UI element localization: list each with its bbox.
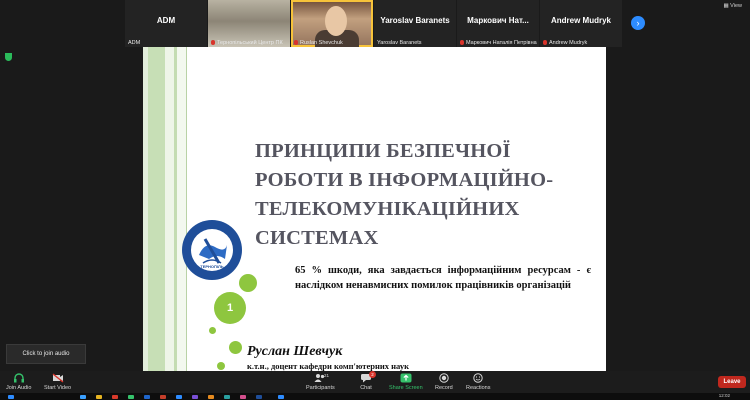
join-audio-label: Join Audio bbox=[6, 385, 32, 391]
share-screen-icon bbox=[400, 373, 412, 383]
record-label: Record bbox=[435, 385, 453, 391]
encryption-shield-icon[interactable] bbox=[5, 53, 12, 61]
taskbar-app-icon[interactable] bbox=[208, 395, 214, 399]
participant-tile-video[interactable]: Тернопільський Центр ПК bbox=[208, 0, 290, 47]
taskbar-app-icon[interactable] bbox=[144, 395, 150, 399]
share-screen-label: Share Screen bbox=[389, 385, 423, 391]
chat-label: Chat bbox=[360, 385, 372, 391]
participant-strip: ADM ADM Тернопільський Центр ПК Ruslan S… bbox=[0, 0, 750, 47]
slide-decor-band bbox=[165, 47, 174, 371]
participants-button[interactable]: Participants bbox=[306, 373, 335, 391]
participant-label: Тернопільський Центр ПК bbox=[211, 40, 283, 46]
participant-name: Yaroslav Baranets bbox=[380, 16, 450, 25]
svg-text:ТЕРНОПІЛЬ: ТЕРНОПІЛЬ bbox=[200, 264, 224, 269]
slide-author: Руслан Шевчук bbox=[247, 344, 343, 359]
taskbar-app-icon[interactable] bbox=[80, 395, 86, 399]
smiley-icon bbox=[473, 373, 483, 383]
headphones-icon bbox=[13, 373, 24, 383]
taskbar-app-icon[interactable] bbox=[160, 395, 166, 399]
view-label: View bbox=[730, 3, 742, 9]
taskbar-app-icon[interactable] bbox=[96, 395, 102, 399]
participant-label-text: Andrew Mudryk bbox=[549, 40, 588, 46]
participant-name: Маркович Нат... bbox=[467, 16, 529, 25]
taskbar-app-icon-active[interactable] bbox=[278, 395, 284, 399]
participant-label: Ruslan Shevchuk bbox=[294, 40, 343, 46]
participant-label: ADM bbox=[128, 40, 141, 46]
university-logo: ТЕРНОПІЛЬ bbox=[182, 220, 242, 280]
record-icon bbox=[439, 373, 449, 383]
slide-decor-band bbox=[177, 47, 186, 371]
participant-label-text: Тернопільський Центр ПК bbox=[217, 40, 283, 46]
taskbar-app-icon[interactable] bbox=[128, 395, 134, 399]
participant-label-text: Ruslan Shevchuk bbox=[300, 40, 343, 46]
view-button[interactable]: ▦ View bbox=[723, 3, 742, 9]
muted-mic-icon bbox=[460, 40, 464, 46]
join-audio-button[interactable]: Join Audio bbox=[6, 373, 31, 391]
shared-slide: Принципи безпечної роботи в інформаційно… bbox=[143, 47, 606, 371]
slide-decor-band bbox=[148, 47, 165, 371]
participant-tile-markovych[interactable]: Маркович Нат... Маркович Наталія Петрівн… bbox=[457, 0, 539, 47]
system-clock: 12:02 bbox=[718, 393, 730, 398]
taskbar-app-icon[interactable] bbox=[8, 395, 14, 399]
chevron-right-icon: › bbox=[636, 18, 640, 28]
participant-label: Маркович Наталія Петрівна bbox=[460, 40, 537, 46]
zoom-window: ADM ADM Тернопільський Центр ПК Ruslan S… bbox=[0, 0, 750, 400]
reactions-button[interactable]: Reactions bbox=[466, 373, 490, 391]
start-video-button[interactable]: Start Video bbox=[44, 373, 71, 391]
taskbar-app-icon[interactable] bbox=[176, 395, 182, 399]
share-screen-button[interactable]: Share Screen bbox=[389, 373, 423, 391]
taskbar-app-icon[interactable] bbox=[112, 395, 118, 399]
start-video-label: Start Video bbox=[44, 385, 72, 391]
taskbar-app-icon[interactable] bbox=[256, 395, 262, 399]
decor-circle bbox=[217, 362, 225, 370]
next-page-button[interactable]: › bbox=[631, 16, 645, 30]
decor-circle bbox=[209, 327, 216, 334]
decor-circle bbox=[239, 274, 257, 292]
muted-mic-icon bbox=[294, 40, 298, 46]
slide-description: 65 % шкоди, яка завдається інформаційним… bbox=[295, 265, 591, 291]
person-face bbox=[325, 6, 347, 36]
taskbar-app-icon[interactable] bbox=[240, 395, 246, 399]
participants-count: 21 bbox=[324, 373, 330, 378]
record-button[interactable]: Record bbox=[435, 373, 453, 391]
participant-tile-adm[interactable]: ADM ADM bbox=[125, 0, 207, 47]
muted-mic-icon bbox=[211, 40, 215, 46]
participant-tile-yaroslav[interactable]: Yaroslav Baranets Yaroslav Baranets bbox=[374, 0, 456, 47]
participant-label-text: Маркович Наталія Петрівна bbox=[466, 40, 537, 46]
muted-mic-icon bbox=[543, 40, 547, 46]
participant-name: Andrew Mudryk bbox=[550, 16, 611, 25]
taskbar-app-icon[interactable] bbox=[192, 395, 198, 399]
video-off-icon bbox=[52, 373, 63, 383]
slide-author-position: к.т.н., доцент кафедри комп'ютерних наук bbox=[247, 361, 409, 371]
participant-label: Yaroslav Baranets bbox=[377, 40, 422, 46]
participant-tile-active-speaker[interactable]: Ruslan Shevchuk bbox=[291, 0, 373, 47]
slide-decor-band bbox=[186, 47, 187, 371]
slide-title: Принципи безпечної роботи в інформаційно… bbox=[255, 140, 554, 249]
click-to-join-audio-button[interactable]: Click to join audio bbox=[6, 344, 86, 364]
chat-badge: 2 bbox=[369, 371, 376, 378]
participant-name: ADM bbox=[156, 16, 176, 25]
reactions-label: Reactions bbox=[466, 385, 491, 391]
decor-circle bbox=[229, 341, 242, 354]
slide-number: 1 bbox=[214, 292, 246, 324]
leave-button[interactable]: Leave bbox=[718, 376, 746, 388]
participant-tile-andrew[interactable]: Andrew Mudryk Andrew Mudryk bbox=[540, 0, 622, 47]
participants-label: Participants bbox=[306, 385, 335, 391]
participant-label: Andrew Mudryk bbox=[543, 40, 587, 46]
taskbar-app-icon[interactable] bbox=[224, 395, 230, 399]
